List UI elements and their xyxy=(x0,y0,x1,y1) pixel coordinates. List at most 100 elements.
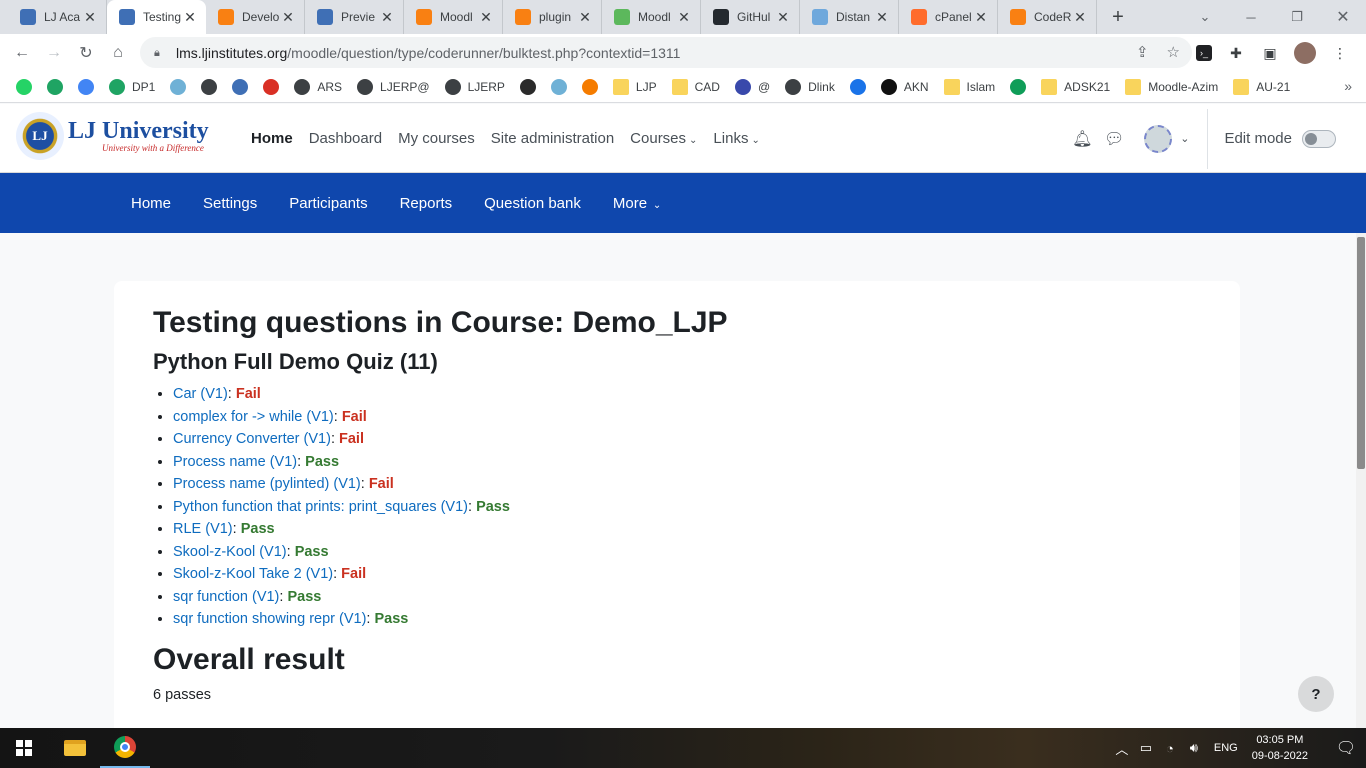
question-link[interactable]: Python function that prints: print_squar… xyxy=(173,499,468,515)
close-tab-icon[interactable]: ✕ xyxy=(379,9,395,26)
bookmark-item[interactable] xyxy=(844,75,872,99)
primary-nav-item[interactable]: Courses ⌄ xyxy=(622,130,705,147)
close-tab-icon[interactable]: ✕ xyxy=(82,9,98,26)
browser-tab[interactable]: GitHul ✕ xyxy=(701,0,800,34)
messages-icon[interactable]: 💬︎ xyxy=(1098,129,1130,149)
primary-nav-item[interactable]: Site administration xyxy=(483,130,622,147)
question-link[interactable]: RLE (V1) xyxy=(173,521,233,537)
close-tab-icon[interactable]: ✕ xyxy=(973,9,989,26)
browser-tab[interactable]: Distan ✕ xyxy=(800,0,899,34)
chrome-menu-icon[interactable]: ⋮ xyxy=(1330,43,1350,63)
extensions-puzzle-icon[interactable]: ✚ xyxy=(1226,43,1246,63)
help-button[interactable]: ? xyxy=(1298,676,1334,712)
question-link[interactable]: sqr function (V1) xyxy=(173,589,279,605)
side-panel-icon[interactable]: ▣ xyxy=(1260,43,1280,63)
bookmark-item[interactable] xyxy=(545,75,573,99)
close-tab-icon[interactable]: ✕ xyxy=(676,9,692,26)
battery-icon[interactable]: ▭ xyxy=(1134,740,1158,756)
browser-tab[interactable]: CodeR ✕ xyxy=(998,0,1097,34)
bookmark-item[interactable] xyxy=(576,75,604,99)
bookmark-item[interactable]: Moodle-Azim xyxy=(1119,75,1224,99)
browser-tab[interactable]: Develo ✕ xyxy=(206,0,305,34)
page-scrollbar[interactable] xyxy=(1356,233,1366,728)
forward-button[interactable]: → xyxy=(38,37,70,69)
wifi-icon[interactable]: ◔ xyxy=(1158,741,1182,756)
chevron-down-icon[interactable]: ⌄ xyxy=(1180,132,1189,145)
question-link[interactable]: Skool-z-Kool (V1) xyxy=(173,544,287,560)
secondary-nav-item[interactable]: Home xyxy=(115,195,187,212)
bookmark-item[interactable] xyxy=(514,75,542,99)
start-button[interactable] xyxy=(0,728,48,768)
close-tab-icon[interactable]: ✕ xyxy=(577,9,593,26)
back-button[interactable]: ← xyxy=(6,37,38,69)
notification-center-icon[interactable]: 🗨︎ xyxy=(1326,738,1366,758)
bookmark-item[interactable]: Islam xyxy=(938,75,1002,99)
primary-nav-item[interactable]: Home xyxy=(243,130,301,147)
tab-search-icon[interactable]: ⌄ xyxy=(1182,0,1228,34)
address-bar[interactable]: 🔒︎ lms.ljinstitutes.org/moodle/question/… xyxy=(140,37,1192,68)
bookmark-item[interactable]: DP1 xyxy=(103,75,161,99)
question-link[interactable]: Process name (pylinted) (V1) xyxy=(173,476,361,492)
bookmark-item[interactable]: @ xyxy=(729,75,776,99)
bookmark-item[interactable]: CAD xyxy=(666,75,726,99)
bookmark-item[interactable] xyxy=(257,75,285,99)
close-tab-icon[interactable]: ✕ xyxy=(1072,9,1088,26)
bookmark-item[interactable]: AU-21 xyxy=(1227,75,1296,99)
restore-button[interactable]: ❐ xyxy=(1274,0,1320,34)
user-avatar[interactable] xyxy=(1144,124,1173,153)
close-window-button[interactable]: ✕ xyxy=(1320,0,1366,34)
chrome-taskbar-button[interactable] xyxy=(100,728,150,768)
browser-tab[interactable]: LJ Aca ✕ xyxy=(8,0,107,34)
more-bookmarks-icon[interactable]: » xyxy=(1344,78,1352,94)
primary-nav-item[interactable]: Dashboard xyxy=(301,130,390,147)
bookmark-item[interactable] xyxy=(164,75,192,99)
close-tab-icon[interactable]: ✕ xyxy=(775,9,791,26)
bookmark-item[interactable]: ADSK21 xyxy=(1035,75,1116,99)
scrollbar-thumb[interactable] xyxy=(1357,237,1365,469)
reload-button[interactable]: ↻ xyxy=(70,37,102,69)
question-link[interactable]: Currency Converter (V1) xyxy=(173,431,331,447)
bookmark-item[interactable] xyxy=(226,75,254,99)
bookmark-item[interactable]: LJERP xyxy=(439,75,511,99)
bookmark-item[interactable]: Dlink xyxy=(779,75,841,99)
secondary-nav-item[interactable]: Settings xyxy=(187,195,273,212)
browser-tab[interactable]: Testing ✕ xyxy=(107,0,206,34)
file-explorer-taskbar-button[interactable] xyxy=(50,728,100,768)
question-link[interactable]: Process name (V1) xyxy=(173,454,297,470)
edit-mode-toggle[interactable] xyxy=(1302,129,1336,148)
bookmark-item[interactable]: AKN xyxy=(875,75,935,99)
bookmark-star-icon[interactable]: ☆ xyxy=(1167,43,1180,61)
chevron-up-icon[interactable]: ︿ xyxy=(1110,739,1134,758)
bookmark-item[interactable] xyxy=(1004,75,1032,99)
bookmark-item[interactable]: LJP xyxy=(607,75,663,99)
question-link[interactable]: sqr function showing repr (V1) xyxy=(173,611,366,627)
primary-nav-item[interactable]: Links ⌄ xyxy=(705,130,767,147)
bell-icon[interactable]: 🔔︎ xyxy=(1066,129,1098,149)
new-tab-button[interactable]: + xyxy=(1103,0,1133,34)
secondary-nav-item[interactable]: Participants xyxy=(273,195,383,212)
home-button[interactable]: ⌂ xyxy=(102,37,134,69)
question-link[interactable]: Car (V1) xyxy=(173,386,228,402)
primary-nav-item[interactable]: My courses xyxy=(390,130,483,147)
site-logo[interactable]: LJ LJ University University with a Diffe… xyxy=(16,112,209,160)
browser-tab[interactable]: cPanel ✕ xyxy=(899,0,998,34)
terminal-extension-icon[interactable]: ›_ xyxy=(1196,45,1212,61)
close-tab-icon[interactable]: ✕ xyxy=(874,9,890,26)
volume-icon[interactable]: 🔊︎ xyxy=(1182,740,1206,756)
browser-tab[interactable]: Moodl ✕ xyxy=(602,0,701,34)
close-tab-icon[interactable]: ✕ xyxy=(182,9,198,26)
secondary-nav-item[interactable]: More ⌄ xyxy=(597,195,677,212)
minimize-button[interactable]: ─ xyxy=(1228,0,1274,34)
bookmark-item[interactable] xyxy=(41,75,69,99)
secondary-nav-item[interactable]: Reports xyxy=(384,195,469,212)
browser-tab[interactable]: plugin ✕ xyxy=(503,0,602,34)
browser-tab[interactable]: Previe ✕ xyxy=(305,0,404,34)
close-tab-icon[interactable]: ✕ xyxy=(478,9,494,26)
bookmark-item[interactable]: LJERP@ xyxy=(351,75,436,99)
clock[interactable]: 03:05 PM 09-08-2022 xyxy=(1252,732,1308,764)
bookmark-item[interactable] xyxy=(72,75,100,99)
question-link[interactable]: Skool-z-Kool Take 2 (V1) xyxy=(173,566,333,582)
browser-tab[interactable]: Moodl ✕ xyxy=(404,0,503,34)
secondary-nav-item[interactable]: Question bank xyxy=(468,195,597,212)
bookmark-item[interactable] xyxy=(195,75,223,99)
